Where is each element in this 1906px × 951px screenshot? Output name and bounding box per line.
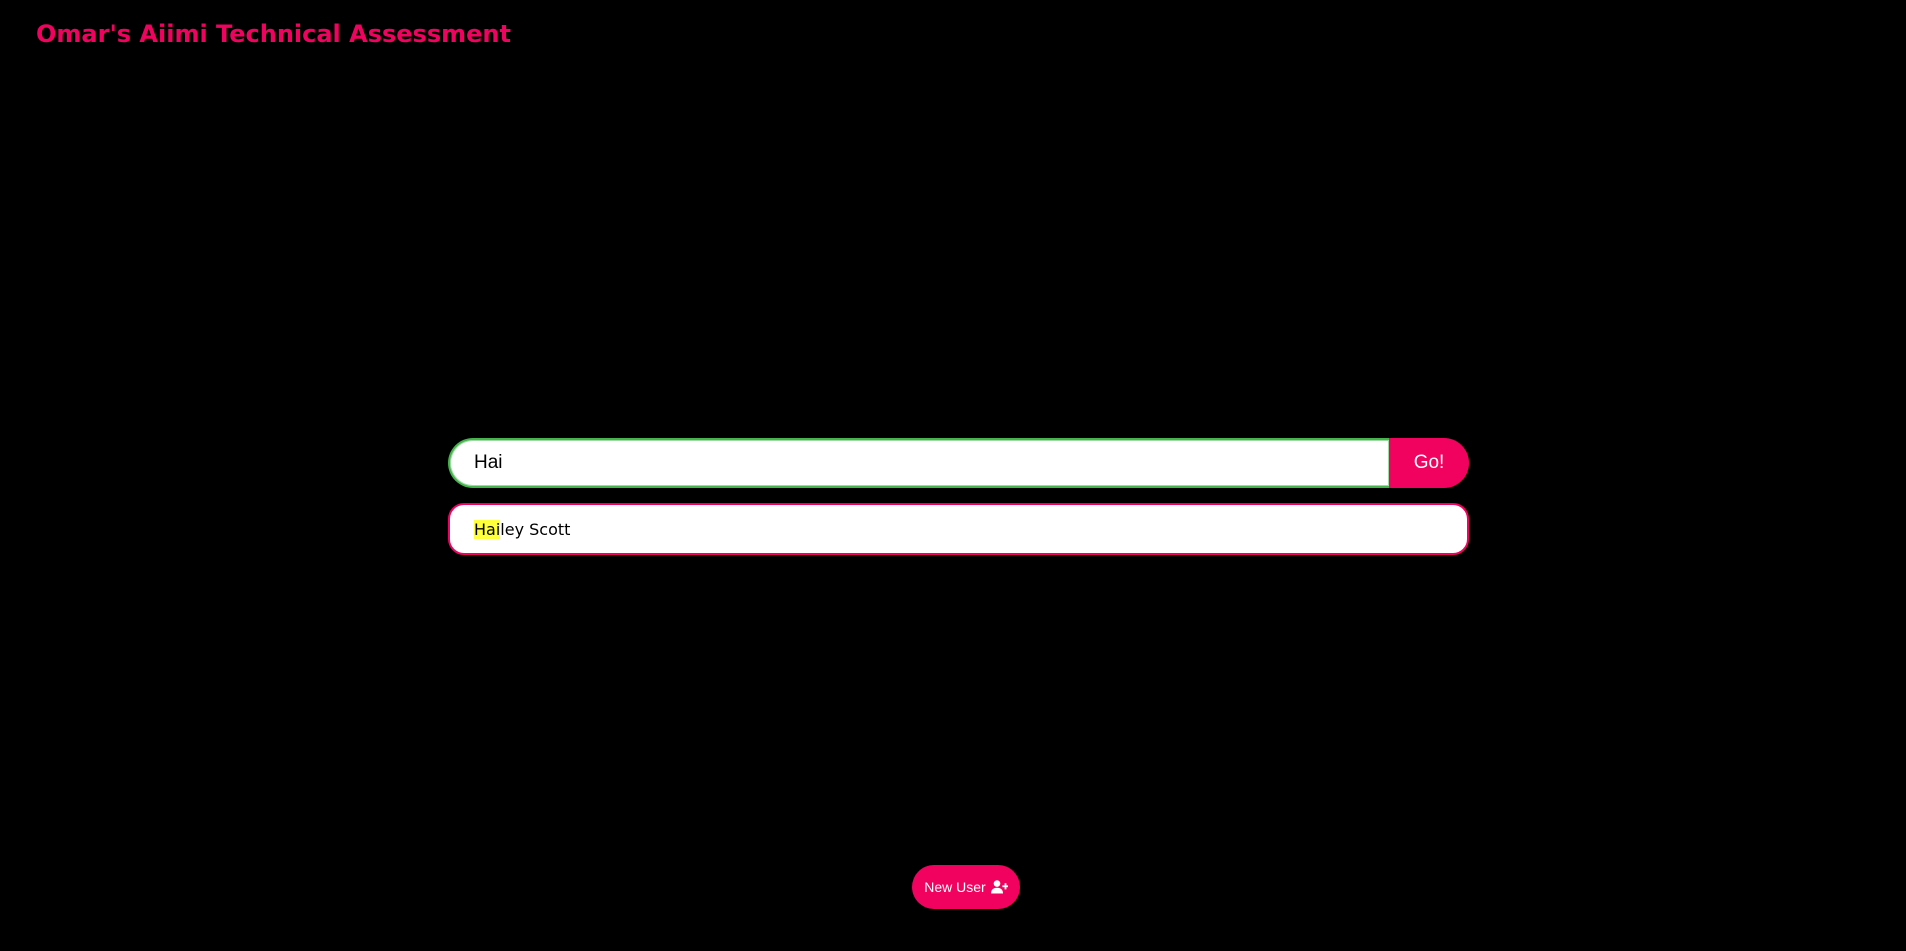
suggestion-list: Hai ley Scott	[448, 503, 1469, 555]
search-bar: Go!	[448, 438, 1469, 488]
new-user-label: New User	[924, 879, 986, 895]
suggestion-item-hailey-scott[interactable]: Hai ley Scott	[448, 503, 1469, 555]
search-input[interactable]	[448, 438, 1389, 488]
new-user-button[interactable]: New User	[912, 865, 1020, 909]
suggestion-match-highlight: Hai	[474, 519, 501, 539]
suggestion-rest-text: ley Scott	[500, 519, 571, 539]
app-title: Omar's Aiimi Technical Assessment	[36, 20, 511, 48]
page: Omar's Aiimi Technical Assessment Go! Ha…	[0, 0, 1906, 951]
user-plus-icon	[990, 880, 1008, 894]
go-button[interactable]: Go!	[1389, 438, 1469, 488]
